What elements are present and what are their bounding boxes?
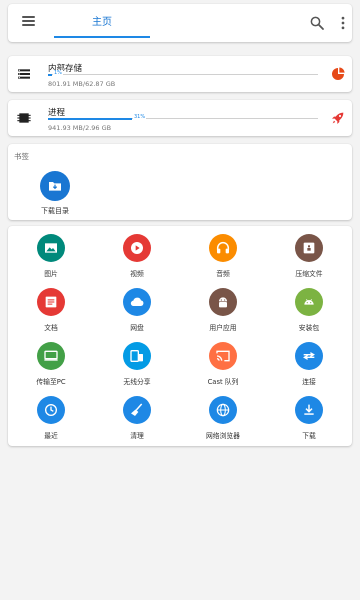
category-documents[interactable]: 文档 (8, 288, 94, 332)
category-label: 文档 (44, 324, 58, 332)
category-wireless-share[interactable]: 无线分享 (94, 342, 180, 386)
bookmarks-card: 书签 下载目录 (8, 144, 352, 220)
category-label: 清理 (130, 432, 144, 440)
globe-icon (209, 396, 237, 424)
categories-card: 图片 视频 音频 压缩文件 文档 网盘 用户应用 安装包 传输至PC 无线分享 … (8, 226, 352, 446)
headphones-icon (209, 234, 237, 262)
category-cloud[interactable]: 网盘 (94, 288, 180, 332)
category-cast-queue[interactable]: Cast 队列 (180, 342, 266, 386)
category-label: 传输至PC (36, 378, 66, 386)
process-percent: 31% (133, 114, 147, 120)
process-size: 941.93 MB/2.96 GB (48, 124, 112, 132)
category-downloads[interactable]: 下载 (266, 396, 352, 440)
image-icon (37, 234, 65, 262)
menu-icon[interactable] (20, 14, 38, 32)
storage-percent: 1% (53, 70, 63, 76)
storage-progress-bar (48, 73, 318, 76)
category-label: 图片 (44, 270, 58, 278)
pie-chart-icon[interactable] (330, 66, 346, 82)
download-icon (295, 396, 323, 424)
category-label: 用户应用 (209, 324, 237, 332)
category-label: 无线分享 (123, 378, 151, 386)
cloud-icon (123, 288, 151, 316)
search-icon[interactable] (308, 14, 326, 32)
category-transfer-pc[interactable]: 传输至PC (8, 342, 94, 386)
category-label: 网盘 (130, 324, 144, 332)
category-label: Cast 队列 (207, 378, 239, 386)
rocket-icon[interactable] (330, 110, 346, 126)
category-archives[interactable]: 压缩文件 (266, 234, 352, 278)
category-audio[interactable]: 音频 (180, 234, 266, 278)
tab-indicator (54, 36, 150, 38)
category-row: 文档 网盘 用户应用 安装包 (8, 288, 352, 336)
devices-icon (123, 342, 151, 370)
storage-progress-fill (48, 73, 52, 76)
memory-chip-icon (16, 110, 32, 126)
cast-icon (209, 342, 237, 370)
more-vert-icon[interactable] (334, 14, 352, 32)
category-label: 音频 (216, 270, 230, 278)
broom-icon (123, 396, 151, 424)
category-row: 图片 视频 音频 压缩文件 (8, 234, 352, 282)
download-folder-icon (40, 171, 70, 201)
bookmarks-header: 书签 (14, 152, 29, 161)
category-connections[interactable]: 连接 (266, 342, 352, 386)
category-video[interactable]: 视频 (94, 234, 180, 278)
category-apks[interactable]: 安装包 (266, 288, 352, 332)
category-clean[interactable]: 清理 (94, 396, 180, 440)
play-icon (123, 234, 151, 262)
category-images[interactable]: 图片 (8, 234, 94, 278)
archive-icon (295, 234, 323, 262)
category-row: 最近 清理 网络浏览器 下载 (8, 396, 352, 444)
storage-icon (16, 66, 32, 82)
document-icon (37, 288, 65, 316)
bookmark-label: 下载目录 (41, 207, 69, 215)
category-label: 连接 (302, 378, 316, 386)
category-label: 最近 (44, 432, 58, 440)
process-progress-fill (48, 117, 132, 120)
category-recent[interactable]: 最近 (8, 396, 94, 440)
category-label: 下载 (302, 432, 316, 440)
category-row: 传输至PC 无线分享 Cast 队列 连接 (8, 342, 352, 390)
category-label: 视频 (130, 270, 144, 278)
storage-size: 801.91 MB/62.87 GB (48, 80, 116, 88)
category-label: 安装包 (298, 324, 320, 332)
process-progress-bar (48, 117, 318, 120)
android-icon (209, 288, 237, 316)
clock-icon (37, 396, 65, 424)
category-web-browser[interactable]: 网络浏览器 (180, 396, 266, 440)
process-memory-card[interactable]: 进程 31% 941.93 MB/2.96 GB (8, 100, 352, 136)
internal-storage-card[interactable]: 内部存储 1% 801.91 MB/62.87 GB (8, 56, 352, 92)
app-bar: 主页 (8, 4, 352, 42)
category-label: 压缩文件 (295, 270, 323, 278)
bookmark-download-folder[interactable]: 下载目录 (29, 171, 81, 216)
computer-icon (37, 342, 65, 370)
category-label: 网络浏览器 (206, 432, 240, 440)
transfer-icon (295, 342, 323, 370)
category-user-apps[interactable]: 用户应用 (180, 288, 266, 332)
process-title: 进程 (48, 108, 66, 118)
apk-icon (295, 288, 323, 316)
